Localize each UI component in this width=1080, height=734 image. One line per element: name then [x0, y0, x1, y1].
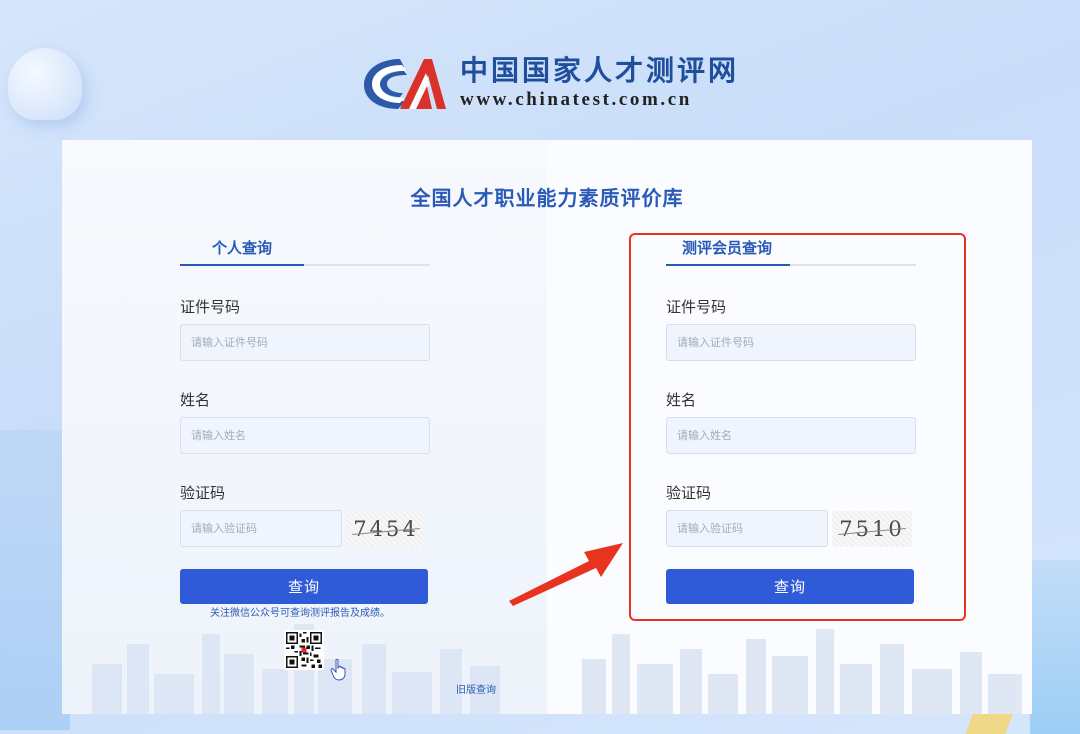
captcha-input[interactable] — [180, 510, 342, 547]
site-url: www.chinatest.com.cn — [460, 89, 692, 110]
cloud-decoration — [8, 48, 82, 120]
qr-code-icon — [284, 630, 324, 670]
name-input[interactable] — [180, 417, 430, 454]
old-version-link[interactable]: 旧版查询 — [456, 681, 496, 696]
name-label: 姓名 — [180, 391, 211, 409]
right-decoration — [1030, 560, 1080, 734]
tab-active-indicator — [180, 264, 304, 266]
site-logo[interactable]: 中国国家人才测评网 www.chinatest.com.cn — [360, 52, 740, 114]
tab-personal-query[interactable]: 个人查询 — [180, 236, 430, 266]
id-number-input[interactable] — [180, 324, 430, 361]
highlight-annotation — [629, 233, 966, 621]
page-title: 全国人才职业能力素质评价库 — [410, 186, 684, 210]
hand-pointer-icon — [330, 658, 346, 681]
site-name: 中国国家人才测评网 — [460, 54, 740, 87]
captcha-label: 验证码 — [180, 484, 226, 502]
personal-query-button[interactable]: 查询 — [180, 569, 428, 604]
tab-label: 个人查询 — [212, 239, 273, 257]
captcha-image[interactable]: 7454 — [346, 510, 426, 547]
red-arrow-icon — [509, 543, 623, 606]
wechat-follow-text: 关注微信公众号可查询测评报告及成绩。 — [210, 608, 390, 619]
personal-query-panel: 个人查询 证件号码 姓名 验证码 7454 查询 — [180, 236, 430, 604]
left-decoration — [0, 430, 70, 730]
id-number-label: 证件号码 — [180, 298, 241, 316]
ca-logo-icon — [364, 59, 446, 109]
